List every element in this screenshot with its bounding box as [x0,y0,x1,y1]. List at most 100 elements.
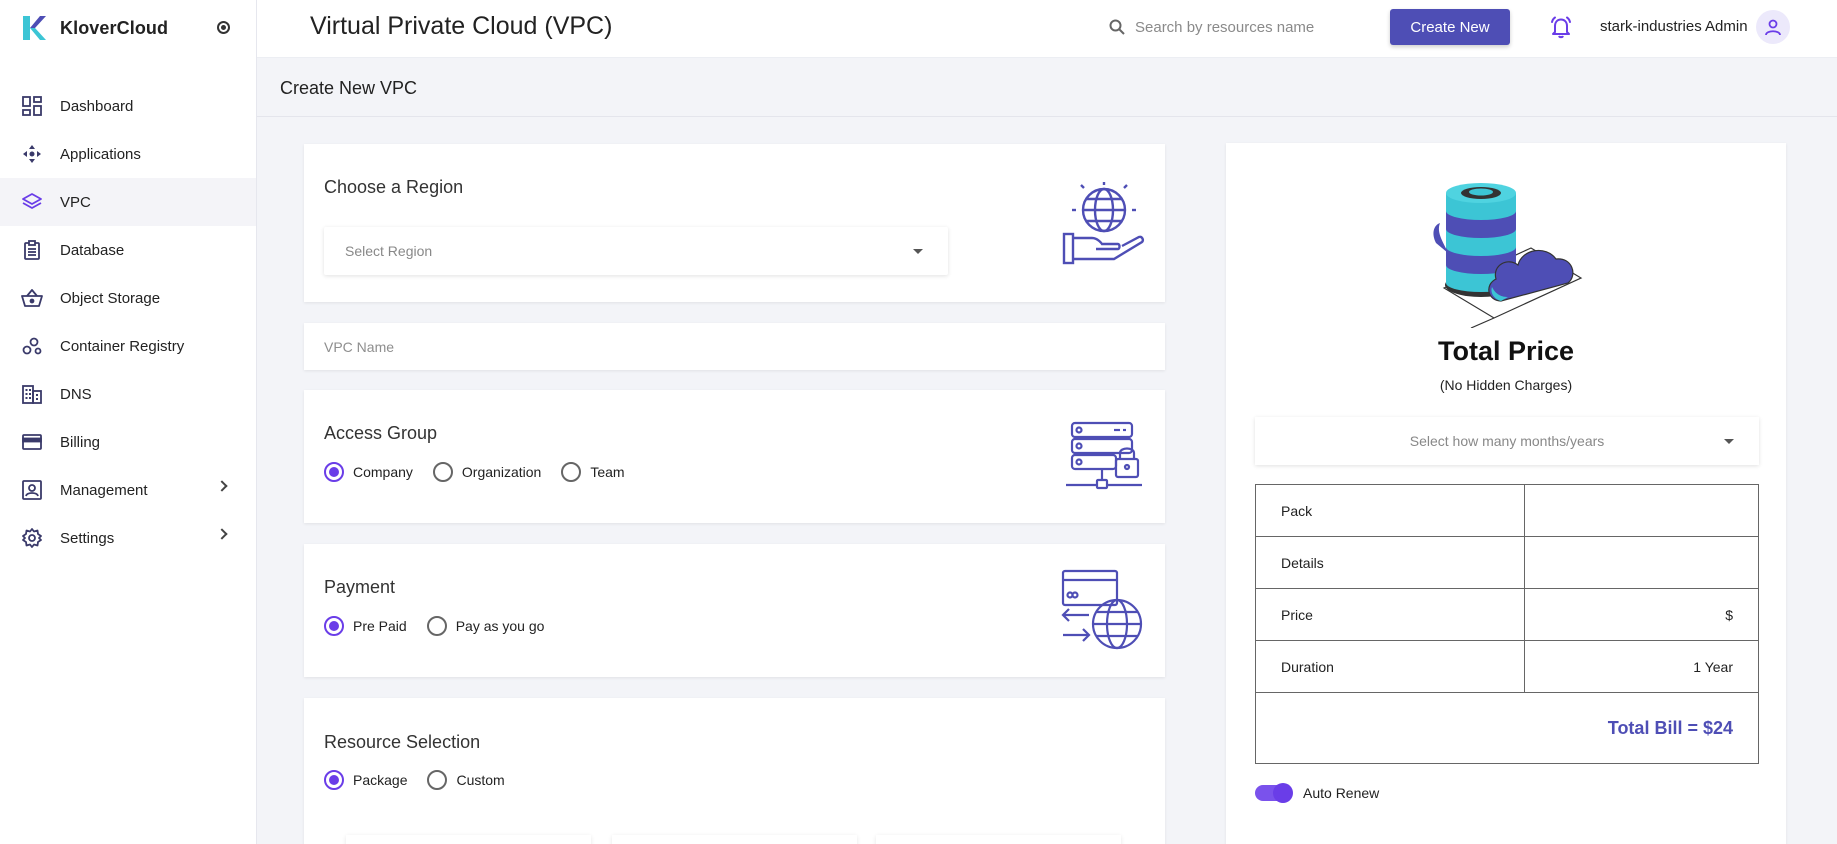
section-title: Create New VPC [280,78,418,98]
region-title: Choose a Region [324,177,464,197]
avatar[interactable] [1756,10,1790,44]
region-select[interactable]: Select Region [324,227,948,275]
resource-selection-card: Resource Selection Package Custom [304,698,1165,844]
sidebar-item-label: Object Storage [60,289,161,307]
radio-label: Organization [461,464,542,480]
klovercloud-logo-icon [23,16,46,40]
cloud-database-illustration-icon [1433,183,1583,328]
radio-dot[interactable] [324,616,344,636]
sidebar-item-label: Management [60,481,148,499]
auto-renew-toggle[interactable] [1255,783,1293,803]
vpc-name-input[interactable] [324,323,1124,370]
chevron-right-icon[interactable] [216,528,228,540]
package-option-3[interactable] [876,835,1121,844]
row-value [1523,484,1760,537]
table-row: Details [1255,536,1760,589]
sidebar-item-object-storage[interactable]: Object Storage [0,274,256,322]
dashboard-icon [21,95,43,117]
page-title: Virtual Private Cloud (VPC) [310,12,613,40]
table-row: Total Bill = $24 [1255,692,1759,764]
user-name[interactable]: stark-industries Admin [1600,18,1748,35]
radio-dot[interactable] [427,770,448,790]
sidebar-item-dashboard[interactable]: Dashboard [0,82,256,130]
radio-organization[interactable]: Organization [432,462,542,482]
sidebar-item-management[interactable]: Management [0,466,256,514]
row-label: Pack [1255,484,1525,537]
search-icon [1109,19,1125,35]
payment-radios: Pre Paid Pay as you go [324,616,564,636]
radio-dot[interactable] [324,462,344,482]
radio-team[interactable]: Team [561,462,625,482]
auto-renew[interactable]: Auto Renew [1255,783,1380,803]
sidebar-item-dns[interactable]: DNS [0,370,256,418]
row-value [1523,536,1760,589]
top-bar: Virtual Private Cloud (VPC) Create New s… [257,0,1837,58]
sidebar-item-applications[interactable]: Applications [0,130,256,178]
access-group-card: Access Group Company Organization Team [304,390,1165,523]
radio-label: Custom [456,772,505,788]
no-hidden-charges: (No Hidden Charges) [1439,377,1573,393]
total-price-title: Total Price [1437,336,1575,366]
management-icon [21,479,43,501]
sidebar-pin-toggle[interactable] [217,21,230,34]
globe-hand-icon [1062,182,1144,265]
radio-label: Team [590,464,625,480]
duration-select-value: Select how many months/years [1409,433,1605,449]
sidebar-item-container-registry[interactable]: Container Registry [0,322,256,370]
dropdown-arrow-icon [913,249,923,254]
sidebar-item-label: Billing [60,433,101,451]
table-row: Price $ [1255,588,1760,641]
sidebar-item-vpc[interactable]: VPC [0,178,256,226]
row-value: 1 Year [1523,640,1760,693]
sidebar-nav: Dashboard Applications VPC Database Obje… [0,82,256,562]
package-option-2[interactable] [612,835,857,844]
search-box[interactable] [1109,15,1349,39]
sidebar-item-label: Container Registry [60,337,185,355]
sidebar-item-billing[interactable]: Billing [0,418,256,466]
chevron-right-icon[interactable] [216,480,228,492]
total-bill: Total Bill = $24 [1255,692,1759,764]
payment-title: Payment [324,577,396,597]
radio-label: Pre Paid [353,618,407,634]
brand[interactable]: KloverCloud [20,14,168,42]
notification-bell-icon[interactable] [1549,15,1573,39]
radio-dot[interactable] [426,616,447,636]
database-icon [21,239,43,261]
radio-package[interactable]: Package [324,770,407,790]
applications-icon [21,143,43,165]
gear-icon [21,527,43,549]
sidebar-item-label: VPC [60,193,91,211]
table-row: Pack [1255,484,1760,537]
dropdown-arrow-icon [1724,439,1734,444]
radio-dot[interactable] [432,462,453,482]
building-icon [21,383,43,405]
price-summary-table: Pack Details Price $ Duration 1 Year Tot… [1255,484,1760,764]
row-value: $ [1523,588,1760,641]
radio-pay-as-you-go[interactable]: Pay as you go [426,616,545,636]
sidebar-item-database[interactable]: Database [0,226,256,274]
auto-renew-label: Auto Renew [1303,785,1380,801]
sidebar-item-label: Settings [60,529,115,547]
radio-pre-paid[interactable]: Pre Paid [324,616,407,636]
server-lock-icon [1066,421,1142,490]
card-globe-icon [1061,569,1143,650]
region-card: Choose a Region Select Region [304,144,1165,302]
sidebar-item-label: Applications [60,145,141,163]
radio-dot[interactable] [561,462,582,482]
resource-radios: Package Custom [324,770,525,790]
radio-company[interactable]: Company [324,462,413,482]
package-option-1[interactable] [346,835,591,844]
sidebar-item-settings[interactable]: Settings [0,514,256,562]
radio-dot[interactable] [324,770,344,790]
sidebar-item-label: Dashboard [60,97,134,115]
search-input[interactable] [1135,18,1345,36]
radio-custom[interactable]: Custom [427,770,505,790]
brand-name: KloverCloud [60,17,169,38]
duration-select[interactable]: Select how many months/years [1255,417,1759,465]
sidebar: KloverCloud Dashboard Applications VPC D… [0,0,257,844]
radio-label: Package [353,772,408,788]
create-new-button[interactable]: Create New [1390,9,1510,45]
radio-label: Pay as you go [455,618,545,634]
subheader: Create New VPC [257,59,1837,117]
card-icon [21,431,43,453]
